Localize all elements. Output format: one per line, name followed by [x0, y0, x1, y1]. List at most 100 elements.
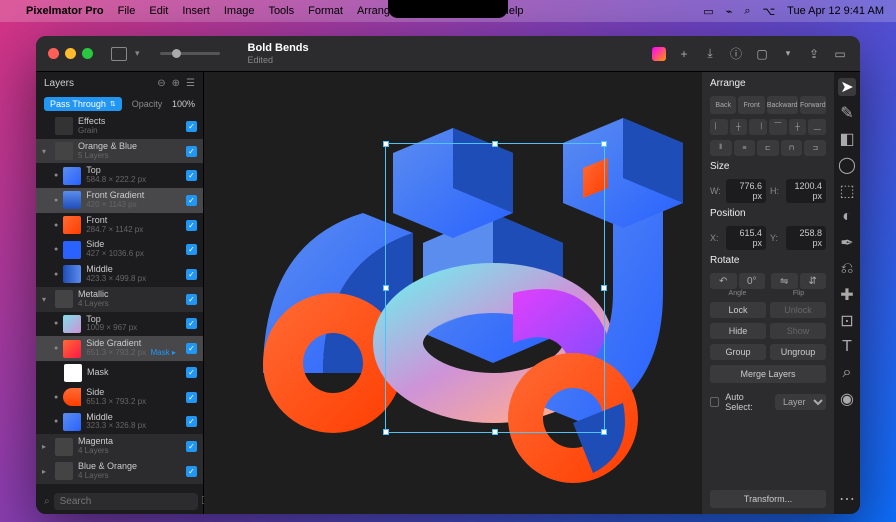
- chevron-down-icon[interactable]: ▾: [780, 46, 796, 62]
- height-field[interactable]: 1200.4 px: [786, 179, 826, 203]
- distribute-left-button[interactable]: ⊏: [757, 140, 779, 156]
- disclosure-icon[interactable]: ▸: [42, 467, 50, 476]
- distribute-h-button[interactable]: ⦀: [710, 140, 732, 156]
- inspector-toggle-icon[interactable]: ▭: [832, 46, 848, 62]
- visibility-checkbox[interactable]: ✓: [186, 367, 197, 378]
- auto-select-checkbox[interactable]: [710, 397, 719, 407]
- blend-mode-select[interactable]: Pass Through ⇅: [44, 97, 122, 111]
- layer-row[interactable]: ● Middle 323.3 × 326.8 px ✓: [36, 410, 203, 435]
- order-front-button[interactable]: Front: [738, 96, 764, 114]
- layer-row[interactable]: Mask ✓: [36, 361, 203, 385]
- disclosure-icon[interactable]: ▸: [42, 442, 50, 451]
- distribute-right-button[interactable]: ⊐: [804, 140, 826, 156]
- visibility-checkbox[interactable]: ✓: [186, 146, 197, 157]
- flip-v-button[interactable]: ⇵: [800, 273, 827, 289]
- layer-row[interactable]: ▾ Metallic 4 Layers ✓: [36, 287, 203, 312]
- y-field[interactable]: 258.8 px: [786, 226, 826, 250]
- arrange-tool-icon[interactable]: ➤: [838, 78, 856, 96]
- color-tool-icon[interactable]: ◉: [838, 390, 856, 408]
- disclosure-icon[interactable]: ▾: [42, 295, 50, 304]
- visibility-checkbox[interactable]: ✓: [186, 121, 197, 132]
- fill-tool-icon[interactable]: ◐: [838, 208, 856, 226]
- zoom-button[interactable]: [82, 48, 93, 59]
- flip-h-button[interactable]: ⇋: [771, 273, 798, 289]
- menu-tools[interactable]: Tools: [268, 5, 294, 17]
- layers-menu-icon[interactable]: ☰: [186, 78, 195, 89]
- rotate-angle-field[interactable]: 0°: [739, 273, 766, 289]
- type-tool-icon[interactable]: T: [838, 338, 856, 356]
- layer-row[interactable]: ▸ Magenta 4 Layers ✓: [36, 434, 203, 459]
- layers-filter-icon[interactable]: ⊖: [157, 78, 165, 89]
- width-field[interactable]: 776.6 px: [726, 179, 766, 203]
- unlock-button[interactable]: Unlock: [770, 302, 826, 318]
- auto-select-dropdown[interactable]: Layer: [775, 394, 826, 410]
- hide-button[interactable]: Hide: [710, 323, 766, 339]
- search-icon[interactable]: ⌕: [744, 5, 750, 18]
- distribute-center-button[interactable]: ⊓: [781, 140, 803, 156]
- align-center-v-button[interactable]: ┼: [789, 119, 807, 135]
- visibility-checkbox[interactable]: ✓: [186, 269, 197, 280]
- visibility-checkbox[interactable]: ✓: [186, 294, 197, 305]
- visibility-checkbox[interactable]: ✓: [186, 170, 197, 181]
- crop-icon[interactable]: ▢: [754, 46, 770, 62]
- disclosure-icon[interactable]: ▾: [42, 147, 50, 156]
- wifi-icon[interactable]: ⌁: [726, 5, 733, 18]
- layer-row[interactable]: ● Side Gradient 651.3 × 793.2 px Mask ▸ …: [36, 336, 203, 361]
- visibility-checkbox[interactable]: ✓: [186, 466, 197, 477]
- x-field[interactable]: 615.4 px: [726, 226, 766, 250]
- menu-edit[interactable]: Edit: [149, 5, 168, 17]
- visibility-checkbox[interactable]: ✓: [186, 244, 197, 255]
- chevron-down-icon[interactable]: ▾: [135, 48, 140, 59]
- align-center-h-button[interactable]: ┼: [730, 119, 748, 135]
- color-picker-icon[interactable]: [652, 47, 666, 61]
- visibility-checkbox[interactable]: ✓: [186, 220, 197, 231]
- add-icon[interactable]: +: [676, 46, 692, 62]
- visibility-checkbox[interactable]: ✓: [186, 416, 197, 427]
- layer-row[interactable]: ● Middle 423.3 × 499.8 px ✓: [36, 262, 203, 287]
- close-button[interactable]: [48, 48, 59, 59]
- crop-tool-icon[interactable]: ⊡: [838, 312, 856, 330]
- paint-tool-icon[interactable]: ✎: [838, 104, 856, 122]
- layer-row[interactable]: ● Top 1009 × 967 px ✓: [36, 312, 203, 337]
- menu-insert[interactable]: Insert: [182, 5, 210, 17]
- visibility-checkbox[interactable]: ✓: [186, 343, 197, 354]
- control-center-icon[interactable]: ⌥: [762, 5, 775, 18]
- align-right-button[interactable]: ⎹: [749, 119, 767, 135]
- order-forward-button[interactable]: Forward: [800, 96, 826, 114]
- more-tools-icon[interactable]: ⋯: [838, 490, 856, 508]
- order-back-button[interactable]: Back: [710, 96, 736, 114]
- layer-row[interactable]: ● Front Gradient 420 × 1143 px ✓: [36, 188, 203, 213]
- align-bottom-button[interactable]: ⎽: [808, 119, 826, 135]
- layers-add-icon[interactable]: ⊕: [172, 78, 180, 89]
- export-icon[interactable]: ⤓: [702, 46, 718, 62]
- pen-tool-icon[interactable]: ✒: [838, 234, 856, 252]
- layer-row[interactable]: ● Side 651.3 × 793.2 px ✓: [36, 385, 203, 410]
- repair-tool-icon[interactable]: ✚: [838, 286, 856, 304]
- lock-button[interactable]: Lock: [710, 302, 766, 318]
- canvas[interactable]: [204, 72, 702, 514]
- layer-row[interactable]: ● Side 427 × 1036.6 px ✓: [36, 237, 203, 262]
- menubar-clock[interactable]: Tue Apr 12 9:41 AM: [787, 5, 884, 17]
- show-button[interactable]: Show: [770, 323, 826, 339]
- transform-button[interactable]: Transform...: [710, 490, 826, 508]
- layer-row[interactable]: ▾ Orange & Blue 5 Layers ✓: [36, 139, 203, 164]
- document-title[interactable]: Bold Bends Edited: [248, 42, 309, 66]
- visibility-checkbox[interactable]: ✓: [186, 441, 197, 452]
- zoom-tool-icon[interactable]: ⌕: [838, 364, 856, 382]
- sidebar-toggle-icon[interactable]: [111, 47, 127, 61]
- clone-tool-icon[interactable]: ⎌: [838, 260, 856, 278]
- layer-search-input[interactable]: [54, 493, 198, 510]
- rotate-ccw-button[interactable]: ↶: [710, 273, 737, 289]
- zoom-slider[interactable]: [160, 52, 220, 55]
- merge-button[interactable]: Merge Layers: [710, 365, 826, 383]
- align-left-button[interactable]: ⎸: [710, 119, 728, 135]
- visibility-checkbox[interactable]: ✓: [186, 392, 197, 403]
- shape-tool-icon[interactable]: ◯: [838, 156, 856, 174]
- layer-row[interactable]: ● Top 584.8 × 222.2 px ✓: [36, 163, 203, 188]
- menu-format[interactable]: Format: [308, 5, 343, 17]
- selection-tool-icon[interactable]: ⬚: [838, 182, 856, 200]
- app-menu[interactable]: Pixelmator Pro: [26, 5, 104, 17]
- distribute-v-button[interactable]: ≡: [734, 140, 756, 156]
- info-icon[interactable]: ⓘ: [728, 46, 744, 62]
- layer-row[interactable]: ● Front 284.7 × 1142 px ✓: [36, 213, 203, 238]
